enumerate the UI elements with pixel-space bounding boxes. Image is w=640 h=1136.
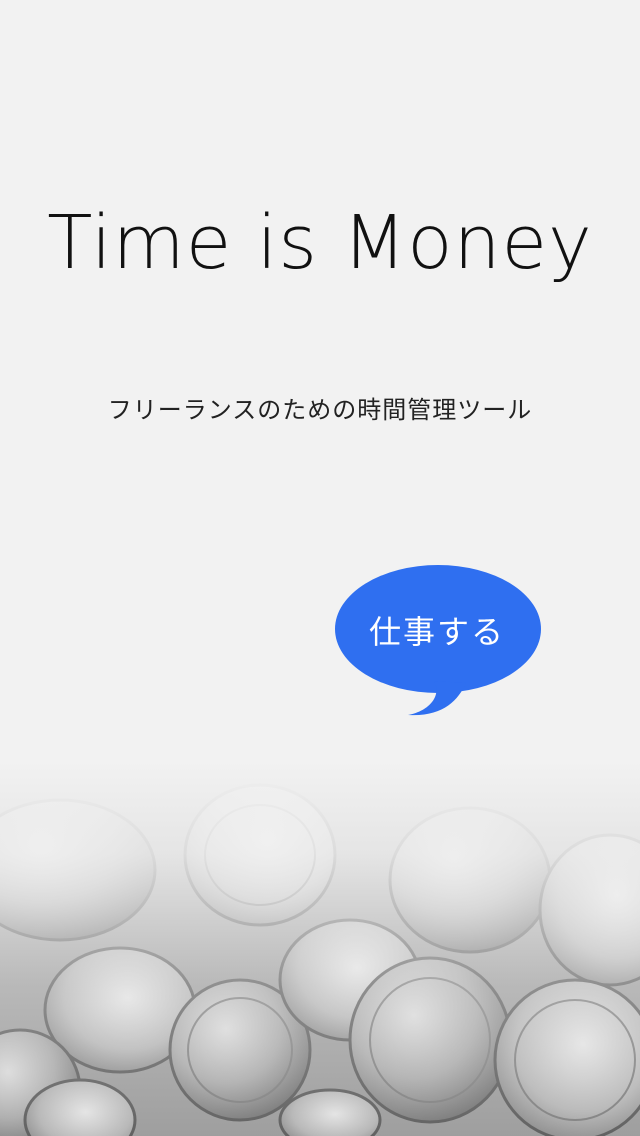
coins-background-image (0, 760, 640, 1136)
splash-screen: Time is Money フリーランスのための時間管理ツール 仕事する (0, 0, 640, 1136)
work-button-label: 仕事する (368, 613, 505, 651)
work-button[interactable]: 仕事する (334, 563, 544, 719)
coins-fade-overlay (0, 760, 640, 1136)
app-title: Time is Money (47, 200, 593, 286)
app-tagline: フリーランスのための時間管理ツール (107, 396, 533, 424)
